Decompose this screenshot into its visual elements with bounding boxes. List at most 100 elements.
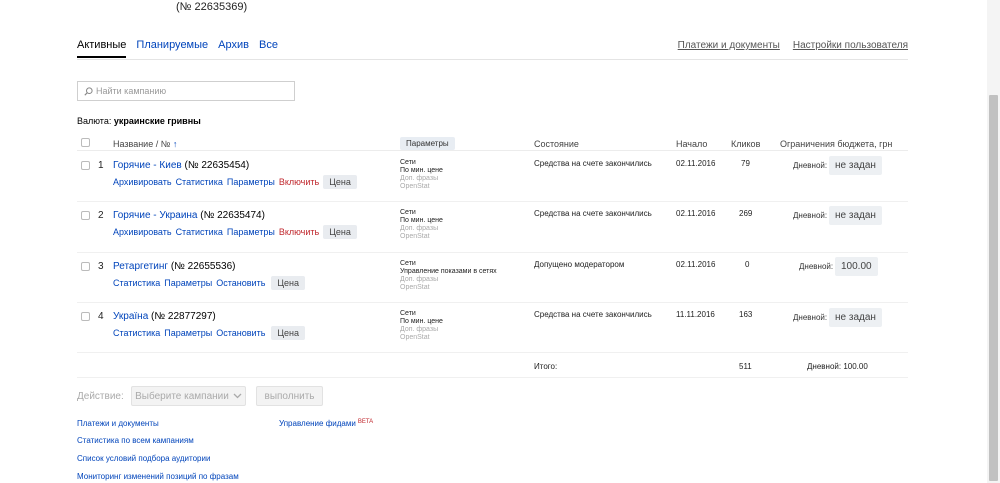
price-button[interactable]: Цена (271, 326, 306, 340)
budget-button[interactable]: не задан (829, 308, 882, 327)
params-link[interactable]: Параметры (227, 177, 275, 187)
header-divider (77, 150, 908, 151)
row-params: Сети По мин. цене Доп. фразы OpenStat (400, 159, 443, 191)
row-number: 1 (98, 160, 104, 171)
row-state: Средства на счете закончились (534, 209, 652, 218)
campaign-link[interactable]: Україна (113, 311, 148, 322)
row-number: 2 (98, 210, 104, 221)
col-name-label: Название / № (113, 139, 173, 149)
campaign-link[interactable]: Горячие - Украина (113, 210, 198, 221)
row-clicks: 269 (739, 209, 753, 218)
param-networks: Сети (400, 310, 416, 317)
param-openstat: OpenStat (400, 233, 430, 240)
footer-audience-link[interactable]: Список условий подбора аудитории (77, 454, 210, 463)
campaign-title: Горячие - Украина (№ 22635474) (113, 210, 265, 221)
campaign-id: (№ 22877297) (151, 311, 216, 322)
param-strategy: По мин. цене (400, 318, 443, 325)
row-actions: Статистика Параметры Остановить Цена (113, 276, 306, 290)
row-start-date: 11.11.2016 (676, 310, 715, 319)
currency-info: Валюта: украинские гривны (77, 116, 201, 126)
row-clicks: 0 (745, 260, 750, 269)
stats-link[interactable]: Статистика (113, 328, 160, 338)
campaign-select-dropdown[interactable]: Выберите кампании (131, 386, 246, 406)
payments-link[interactable]: Платежи и документы (678, 40, 780, 51)
user-settings-link[interactable]: Настройки пользователя (793, 40, 908, 51)
tab-active[interactable]: Активные (77, 39, 127, 58)
total-clicks: 511 (739, 362, 752, 371)
tab-all[interactable]: Все (259, 39, 278, 58)
scrollbar-track[interactable] (987, 0, 1000, 483)
price-button[interactable]: Цена (323, 225, 357, 239)
budget-button[interactable]: 100.00 (835, 257, 878, 276)
total-budget: Дневной: 100.00 (807, 362, 868, 371)
footer-monitoring-link[interactable]: Мониторинг изменений позиций по фразам (77, 472, 239, 481)
feeds-link[interactable]: Управление фидами BETA (279, 419, 373, 428)
param-strategy: По мин. цене (400, 217, 443, 224)
row-checkbox[interactable] (81, 211, 90, 220)
search-box[interactable] (77, 81, 295, 101)
beta-badge: BETA (357, 419, 374, 425)
select-all-checkbox[interactable] (81, 138, 90, 147)
row-divider (77, 302, 908, 303)
params-link[interactable]: Параметры (164, 278, 212, 288)
stop-link[interactable]: Остановить (216, 278, 265, 288)
row-state: Средства на счете закончились (534, 159, 652, 168)
tab-archive[interactable]: Архив (218, 39, 249, 58)
totals-divider (77, 377, 908, 378)
campaign-id: (№ 22635454) (184, 160, 250, 171)
stats-link[interactable]: Статистика (113, 278, 160, 288)
footer-payments-link[interactable]: Платежи и документы (77, 419, 159, 428)
campaign-link[interactable]: Горячие - Киев (113, 160, 182, 171)
row-state: Средства на счете закончились (534, 310, 652, 319)
row-params: Сети Управление показами в сетях Доп. фр… (400, 260, 497, 292)
param-openstat: OpenStat (400, 334, 430, 341)
archive-link[interactable]: Архивировать (113, 227, 172, 237)
currency-value: украинские гривны (113, 116, 201, 126)
params-link[interactable]: Параметры (227, 227, 275, 237)
scrollbar-thumb[interactable] (989, 95, 998, 481)
col-name[interactable]: Название / № ↑ (113, 139, 177, 149)
col-state: Состояние (534, 139, 579, 149)
col-start: Начало (676, 139, 708, 149)
row-checkbox[interactable] (81, 312, 90, 321)
archive-link[interactable]: Архивировать (113, 177, 172, 187)
col-params-button[interactable]: Параметры (400, 137, 455, 150)
campaign-title: Горячие - Киев (№ 22635454) (113, 160, 249, 171)
campaign-link[interactable]: Ретаргетинг (113, 261, 168, 272)
param-extra-phrases: Доп. фразы (400, 175, 439, 182)
row-checkbox[interactable] (81, 262, 90, 271)
row-start-date: 02.11.2016 (676, 159, 716, 168)
search-input[interactable] (93, 85, 288, 97)
enable-link[interactable]: Включить (279, 177, 319, 187)
param-extra-phrases: Доп. фразы (400, 225, 439, 232)
tab-planned[interactable]: Планируемые (136, 39, 208, 58)
budget-button[interactable]: не задан (829, 156, 882, 175)
param-networks: Сети (400, 209, 416, 216)
row-checkbox[interactable] (81, 161, 90, 170)
row-divider (77, 352, 908, 353)
row-actions: Архивировать Статистика Параметры Включи… (113, 175, 357, 189)
row-state: Допущено модератором (534, 260, 625, 269)
stats-link[interactable]: Статистика (176, 227, 223, 237)
sort-indicator-icon[interactable]: ↑ (173, 139, 178, 149)
price-button[interactable]: Цена (271, 276, 306, 290)
tabs-divider (77, 59, 908, 60)
search-icon (84, 86, 93, 96)
stats-link[interactable]: Статистика (176, 177, 223, 187)
budget-label: Дневной: (793, 161, 828, 170)
select-label: Выберите кампании (135, 390, 229, 402)
row-clicks: 163 (739, 310, 753, 319)
budget-label: Дневной: (799, 262, 834, 271)
chevron-down-icon (233, 393, 242, 399)
price-button[interactable]: Цена (323, 175, 357, 189)
stop-link[interactable]: Остановить (216, 328, 265, 338)
execute-button[interactable]: выполнить (256, 386, 323, 406)
row-clicks: 79 (741, 159, 750, 168)
footer-stats-all-link[interactable]: Статистика по всем кампаниям (77, 436, 194, 445)
campaign-title: Ретаргетинг (№ 22655536) (113, 261, 236, 272)
budget-button[interactable]: не задан (829, 206, 882, 225)
action-label: Действие: (77, 391, 124, 402)
campaign-tabs: Активные Планируемые Архив Все (77, 39, 278, 58)
enable-link[interactable]: Включить (279, 227, 319, 237)
params-link[interactable]: Параметры (164, 328, 212, 338)
